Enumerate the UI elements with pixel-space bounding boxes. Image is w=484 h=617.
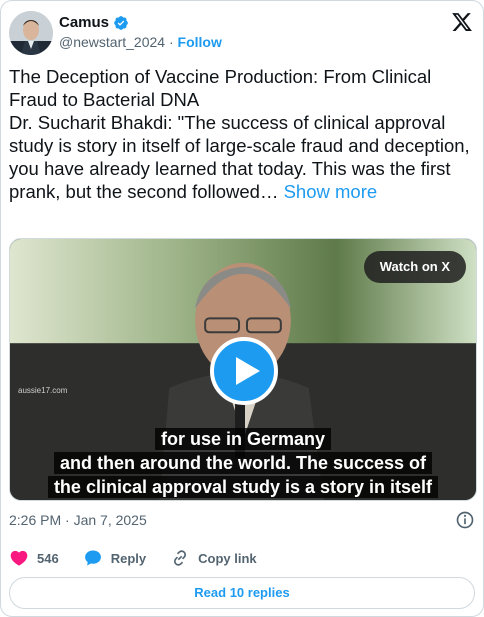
heart-icon	[10, 550, 28, 566]
tweet-card: Camus @newstart_2024 · Follow The Decept…	[0, 0, 484, 617]
tweet-header: Camus @newstart_2024 · Follow	[9, 9, 475, 55]
like-button[interactable]: 546	[9, 548, 59, 568]
author-names: Camus @newstart_2024 · Follow	[59, 13, 222, 52]
video-caption: for use in Germany	[10, 428, 476, 450]
video-caption: and then around the world. The success o…	[10, 452, 476, 474]
read-replies-button[interactable]: Read 10 replies	[9, 577, 475, 609]
tweet-meta: 2:26 PM · Jan 7, 2025	[9, 510, 475, 530]
action-bar: 546 Reply Copy link	[9, 547, 281, 569]
video-caption: the clinical approval study is a story i…	[10, 476, 476, 498]
x-logo-icon[interactable]	[451, 11, 473, 33]
avatar[interactable]	[9, 11, 53, 55]
info-icon[interactable]	[455, 510, 475, 530]
reply-icon	[84, 550, 101, 566]
reply-button[interactable]: Reply	[83, 548, 146, 568]
separator: ·	[168, 34, 174, 50]
link-icon	[174, 550, 187, 566]
author-handle[interactable]: @newstart_2024	[59, 34, 165, 50]
like-count: 546	[37, 550, 59, 566]
follow-button[interactable]: Follow	[178, 34, 222, 50]
show-more-link[interactable]: Show more	[284, 181, 378, 202]
timestamp[interactable]: 2:26 PM · Jan 7, 2025	[9, 512, 147, 528]
play-button[interactable]	[210, 337, 278, 405]
tweet-text: The Deception of Vaccine Production: Fro…	[9, 66, 470, 202]
verified-badge-icon	[113, 15, 129, 31]
play-icon	[236, 357, 260, 385]
video-watermark: aussie17.com	[18, 386, 68, 395]
copy-link-button[interactable]: Copy link	[170, 548, 257, 568]
author-name[interactable]: Camus	[59, 14, 109, 31]
reply-label: Reply	[110, 550, 147, 566]
copy-link-label: Copy link	[198, 550, 257, 566]
tweet-text-block: The Deception of Vaccine Production: Fro…	[9, 65, 473, 203]
video-player[interactable]: Watch on X aussie17.com for use in Germa…	[9, 238, 477, 501]
watch-on-x-button[interactable]: Watch on X	[363, 251, 466, 283]
